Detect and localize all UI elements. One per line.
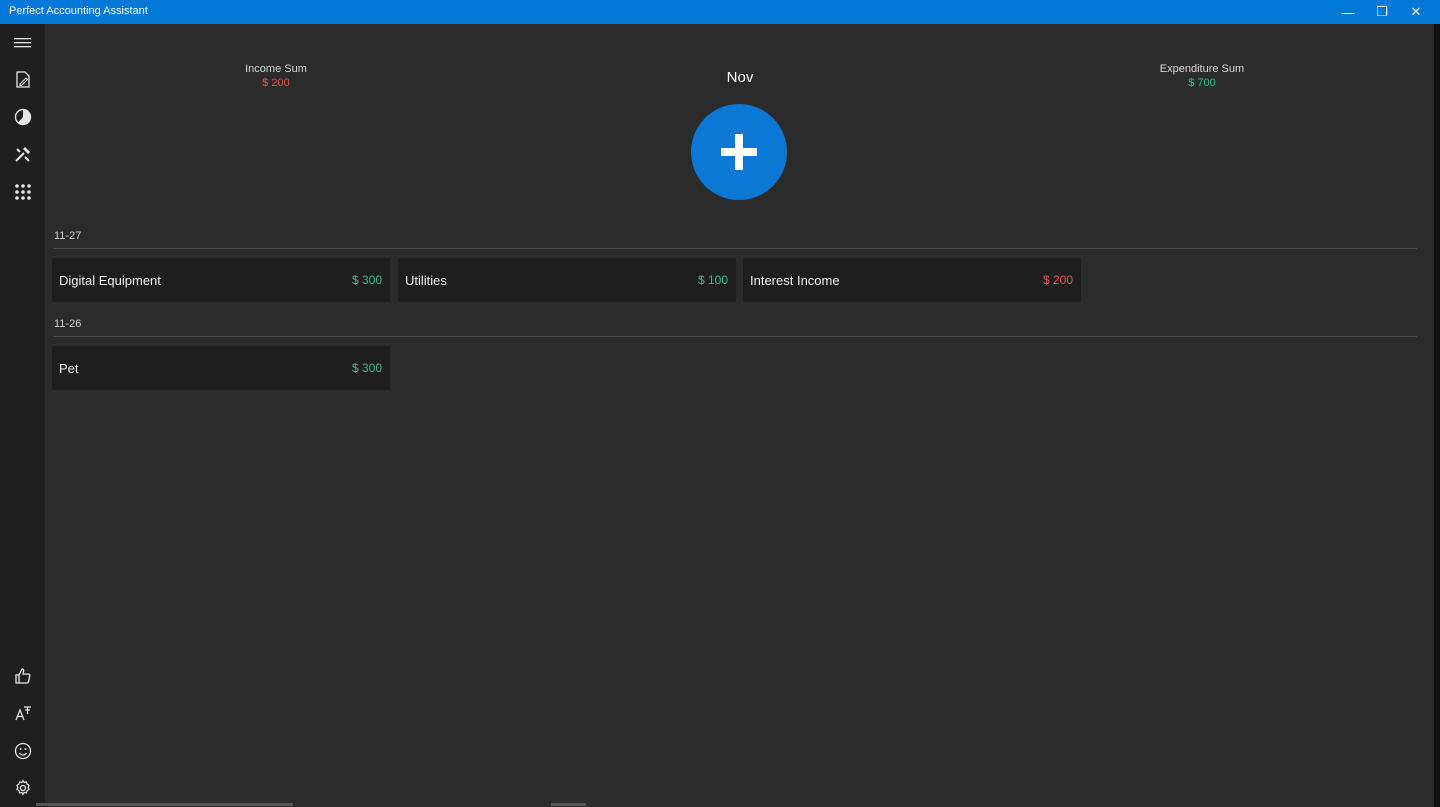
apps-button[interactable] [0, 173, 45, 211]
font-size-icon [14, 706, 31, 721]
scroll-thumb[interactable] [551, 803, 586, 806]
settings-button[interactable] [0, 769, 45, 807]
hamburger-menu-button[interactable] [0, 24, 45, 62]
gear-icon [15, 779, 30, 796]
income-sum-label: Income Sum [245, 63, 307, 75]
sidebar [0, 24, 45, 807]
tools-button[interactable] [0, 136, 45, 174]
record-button[interactable] [0, 61, 45, 99]
record-card[interactable]: Utilities $ 100 [398, 258, 736, 302]
smiley-icon [14, 742, 31, 760]
horizontal-scrollbar[interactable] [36, 803, 293, 806]
maximize-button[interactable]: ❐ [1365, 0, 1399, 24]
close-button[interactable]: ✕ [1399, 0, 1433, 24]
record-card[interactable]: Interest Income $ 200 [743, 258, 1081, 302]
statistics-button[interactable] [0, 98, 45, 136]
record-category: Pet [59, 361, 79, 376]
record-category: Interest Income [750, 273, 840, 288]
window-title: Perfect Accounting Assistant [9, 5, 148, 17]
font-button[interactable] [0, 694, 45, 732]
main-content: Income Sum $ 200 Nov Expenditure Sum $ 7… [45, 24, 1434, 807]
add-record-button[interactable] [691, 104, 787, 200]
rate-button[interactable] [0, 657, 45, 695]
tools-icon [14, 147, 30, 162]
expenditure-summary: Expenditure Sum $ 700 [1122, 63, 1282, 89]
divider [53, 336, 1417, 337]
title-bar: Perfect Accounting Assistant — ❐ ✕ [0, 0, 1440, 24]
record-category: Utilities [405, 273, 447, 288]
record-amount: $ 300 [351, 361, 382, 375]
record-category: Digital Equipment [59, 273, 161, 288]
app-window: Perfect Accounting Assistant — ❐ ✕ Incom… [0, 0, 1440, 807]
pie-chart-icon [14, 108, 31, 126]
month-selector[interactable]: Nov [690, 69, 790, 86]
group-date: 11-27 [54, 230, 82, 242]
record-amount: $ 100 [697, 273, 728, 287]
record-card[interactable]: Digital Equipment $ 300 [52, 258, 390, 302]
plus-icon [721, 134, 757, 170]
divider [53, 248, 1417, 249]
record-amount: $ 300 [351, 273, 382, 287]
thumbs-up-icon [14, 668, 30, 684]
feedback-button[interactable] [0, 732, 45, 770]
income-summary: Income Sum $ 200 [196, 63, 356, 89]
hamburger-menu-icon [13, 38, 31, 48]
income-sum-value: $ 200 [262, 77, 290, 89]
expenditure-sum-value: $ 700 [1188, 77, 1216, 89]
window-edge [1434, 24, 1440, 807]
record-card[interactable]: Pet $ 300 [52, 346, 390, 390]
edit-document-icon [15, 71, 30, 88]
record-amount: $ 200 [1042, 273, 1073, 287]
expenditure-sum-label: Expenditure Sum [1159, 63, 1245, 75]
group-date: 11-26 [54, 318, 82, 330]
minimize-button[interactable]: — [1331, 0, 1365, 24]
apps-grid-icon [14, 184, 31, 200]
